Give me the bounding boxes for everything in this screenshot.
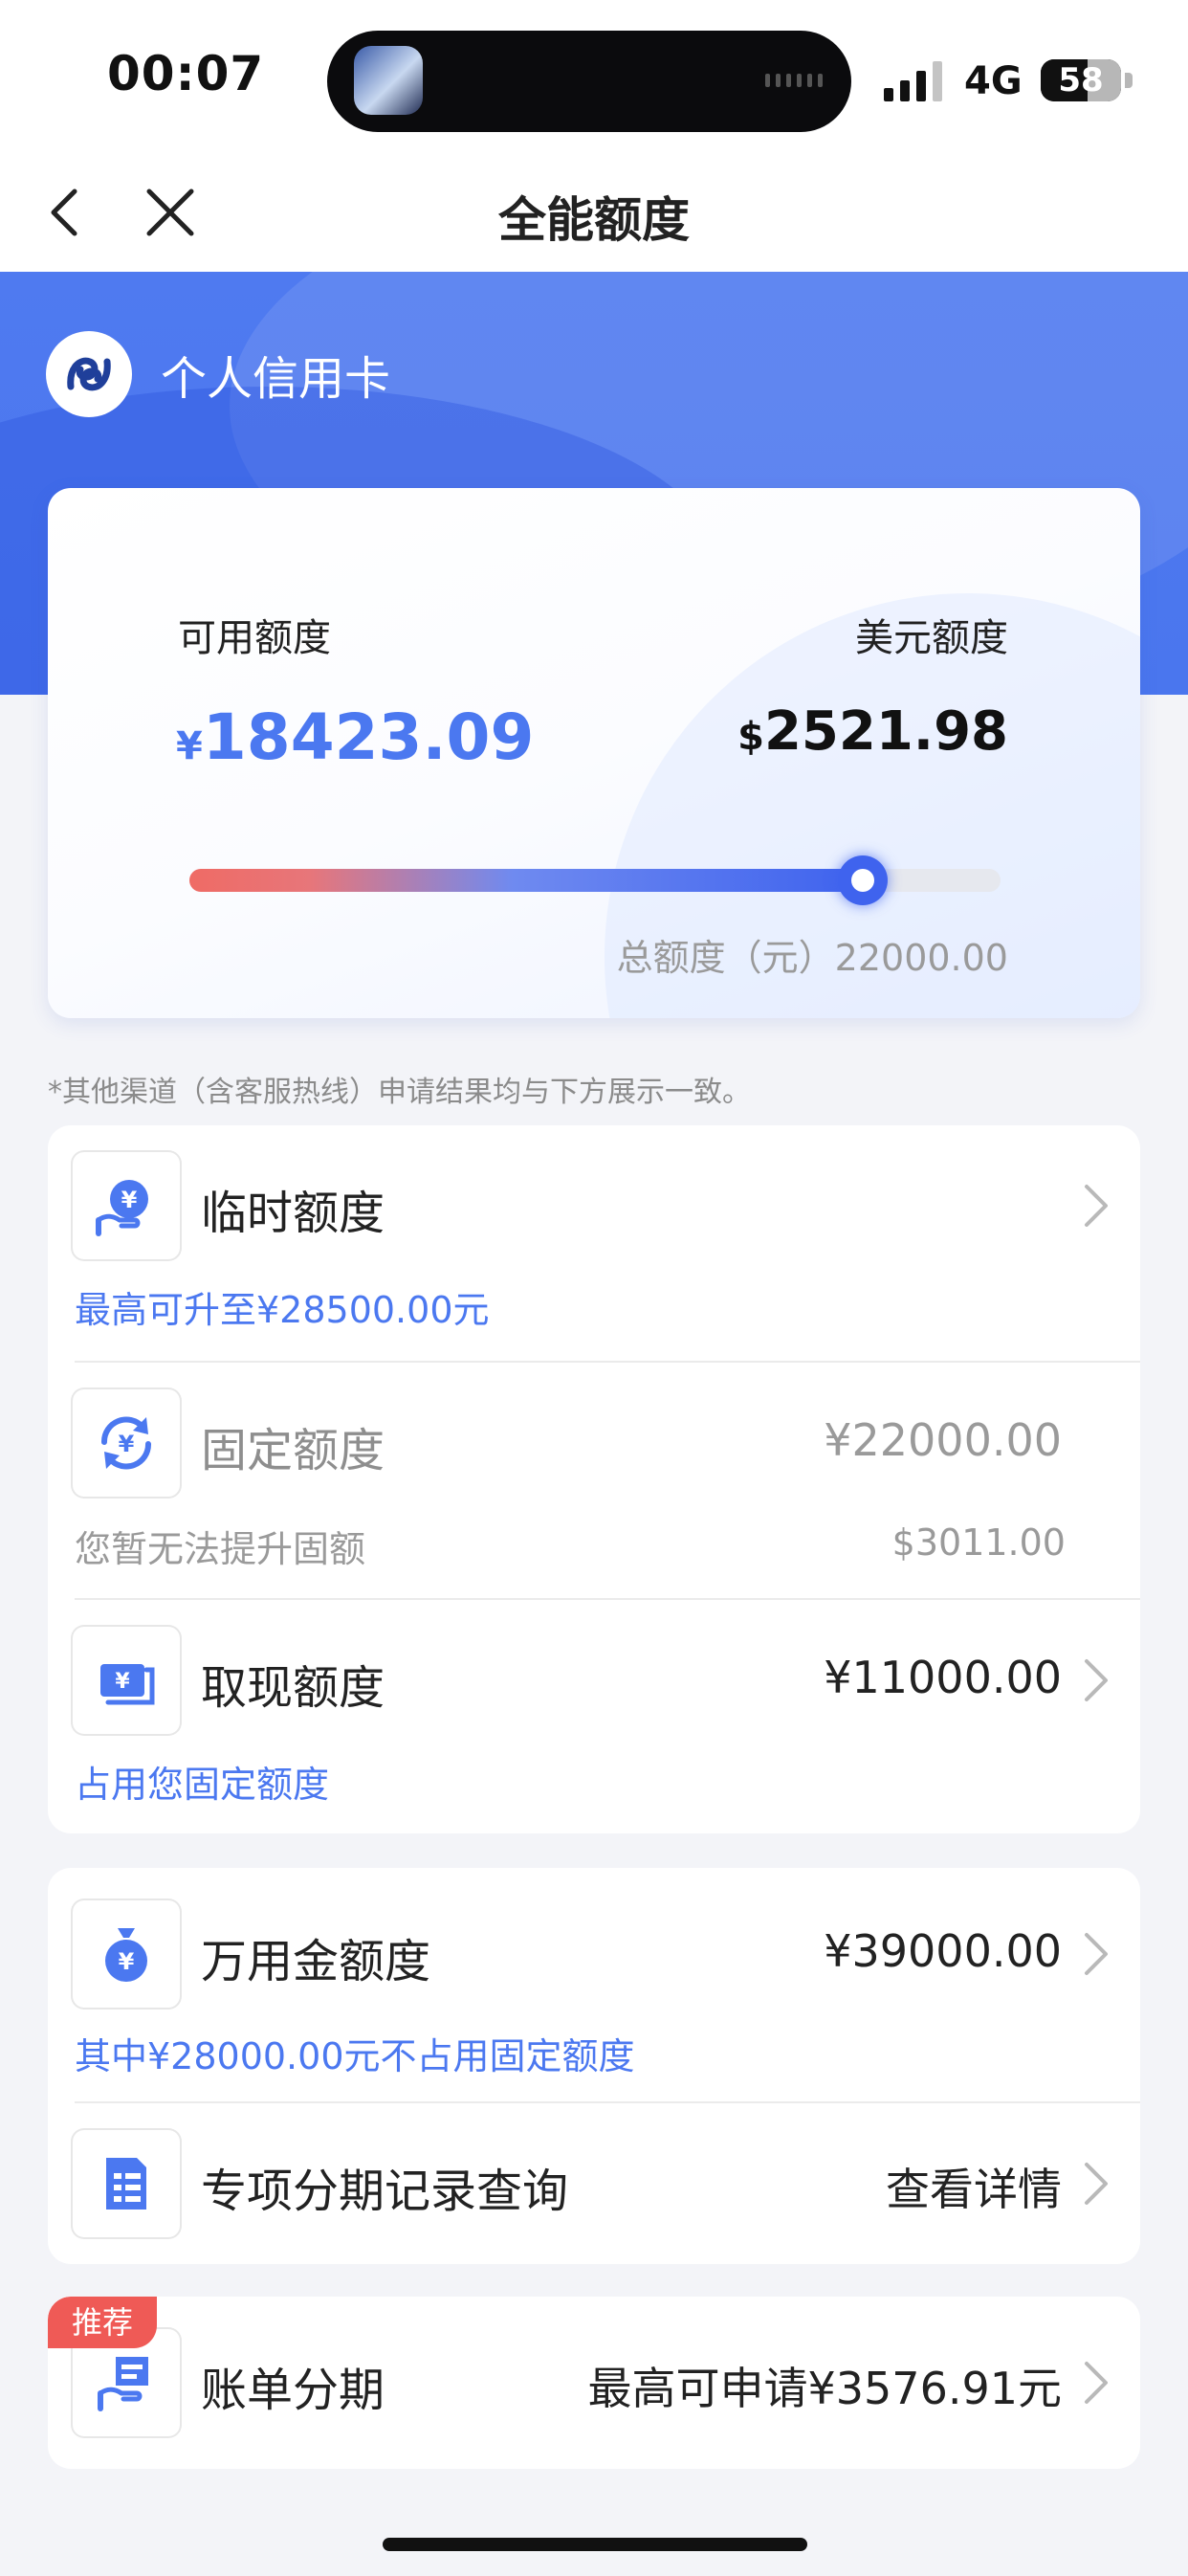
now-playing-artwork[interactable] — [354, 46, 423, 115]
limit-usage-knob — [837, 855, 888, 905]
svg-text:¥: ¥ — [115, 1670, 130, 1694]
hand-yen-icon: ¥ — [73, 1152, 180, 1259]
bill-installment-panel: 账单分期 最高可申请¥3576.91元 推荐 — [48, 2297, 1140, 2469]
chevron-right-icon — [1085, 2362, 1108, 2404]
document-list-icon — [73, 2130, 180, 2237]
credit-limit-card: 可用额度 美元额度 ¥18423.09 $2521.98 总额度（元）22000… — [48, 488, 1140, 1018]
fixed-limit-value: ¥22000.00 — [824, 1414, 1062, 1466]
usd-limit-value: 2521.98 — [763, 700, 1008, 763]
nav-bar: 全能额度 — [0, 153, 1188, 272]
usd-limit-currency: $ — [737, 715, 764, 759]
fixed-limit-subtitle: 您暂无法提升固额 — [75, 1528, 366, 1570]
limit-usage-fill — [189, 869, 863, 892]
svg-text:¥: ¥ — [119, 1431, 135, 1457]
temporary-limit-title: 临时额度 — [201, 1187, 385, 1240]
recommend-badge: 推荐 — [48, 2297, 157, 2348]
installment-record-row[interactable]: 专项分期记录查询 查看详情 — [48, 2103, 1140, 2264]
bank-logo-icon — [46, 331, 132, 417]
available-limit-amount: ¥18423.09 — [176, 700, 534, 774]
limit-list-panel: ¥ 临时额度 最高可升至¥28500.00元 ¥ 固定额度 ¥22000.00 … — [48, 1125, 1140, 1833]
chevron-right-icon — [1085, 1659, 1108, 1701]
cash-advance-limit-title: 取现额度 — [201, 1661, 385, 1715]
battery-level-text: 58 — [1058, 61, 1104, 100]
channel-notice: *其他渠道（含客服热线）申请结果均与下方展示一致。 — [48, 1076, 751, 1109]
wanyongjin-limit-row[interactable]: ¥ 万用金额度 ¥39000.00 其中¥28000.00元不占用固定额度 — [48, 1868, 1140, 2103]
battery-icon: 58 — [1041, 59, 1121, 101]
wanyongjin-limit-value: ¥39000.00 — [824, 1925, 1062, 1977]
fixed-limit-title: 固定额度 — [201, 1424, 385, 1477]
available-limit-label: 可用额度 — [178, 616, 331, 660]
wanyongjin-panel: ¥ 万用金额度 ¥39000.00 其中¥28000.00元不占用固定额度 专项… — [48, 1868, 1140, 2264]
cash-advance-limit-row[interactable]: ¥ 取现额度 ¥11000.00 占用您固定额度 — [48, 1600, 1140, 1833]
limit-usage-bar — [189, 855, 1001, 905]
chevron-right-icon — [1085, 1185, 1108, 1227]
view-details-link[interactable]: 查看详情 — [886, 2155, 1062, 2218]
chevron-right-icon — [1085, 1933, 1108, 1975]
total-limit: 总额度（元）22000.00 — [616, 937, 1008, 979]
battery-cap — [1125, 73, 1133, 88]
yen-cycle-icon: ¥ — [73, 1389, 180, 1497]
network-type: 4G — [964, 59, 1023, 103]
available-limit-currency: ¥ — [176, 724, 203, 768]
fixed-limit-usd-value: $3011.00 — [891, 1521, 1066, 1564]
audio-waveform-icon — [765, 73, 823, 88]
card-type-header: 个人信用卡 — [46, 331, 390, 417]
page: 00:07 4G 58 全能额度 个人信用卡 可用额度 美元额度 ¥18423.… — [0, 0, 1188, 2576]
status-bar: 00:07 4G 58 — [0, 0, 1188, 153]
status-time: 00:07 — [107, 46, 265, 101]
available-limit-value: 18423.09 — [202, 700, 535, 774]
wanyongjin-limit-subtitle: 其中¥28000.00元不占用固定额度 — [75, 2035, 635, 2077]
bill-installment-value: 最高可申请¥3576.91元 — [587, 2363, 1063, 2414]
wanyongjin-limit-title: 万用金额度 — [201, 1935, 431, 1988]
fixed-limit-row: ¥ 固定额度 ¥22000.00 您暂无法提升固额 $3011.00 — [48, 1363, 1140, 1600]
temporary-limit-row[interactable]: ¥ 临时额度 最高可升至¥28500.00元 — [48, 1125, 1140, 1363]
home-indicator[interactable] — [383, 2538, 807, 2551]
usd-limit-label: 美元额度 — [855, 616, 1008, 660]
cash-advance-limit-value: ¥11000.00 — [824, 1652, 1062, 1703]
cash-advance-limit-subtitle: 占用您固定额度 — [75, 1764, 330, 1806]
cellular-signal-icon — [884, 61, 942, 101]
page-title: 全能额度 — [498, 192, 690, 248]
bill-installment-title: 账单分期 — [201, 2364, 385, 2417]
svg-text:¥: ¥ — [119, 1948, 135, 1975]
money-bag-icon: ¥ — [73, 1900, 180, 2008]
banknote-icon: ¥ — [73, 1627, 180, 1734]
card-type-label: 个人信用卡 — [161, 352, 391, 406]
installment-record-title: 专项分期记录查询 — [201, 2165, 569, 2218]
svg-text:¥: ¥ — [121, 1187, 138, 1213]
temporary-limit-subtitle: 最高可升至¥28500.00元 — [75, 1289, 490, 1331]
usd-limit-amount: $2521.98 — [737, 700, 1008, 763]
bill-installment-row[interactable]: 账单分期 最高可申请¥3576.91元 — [48, 2297, 1140, 2469]
dynamic-island — [327, 31, 851, 132]
chevron-right-icon — [1085, 2163, 1108, 2205]
